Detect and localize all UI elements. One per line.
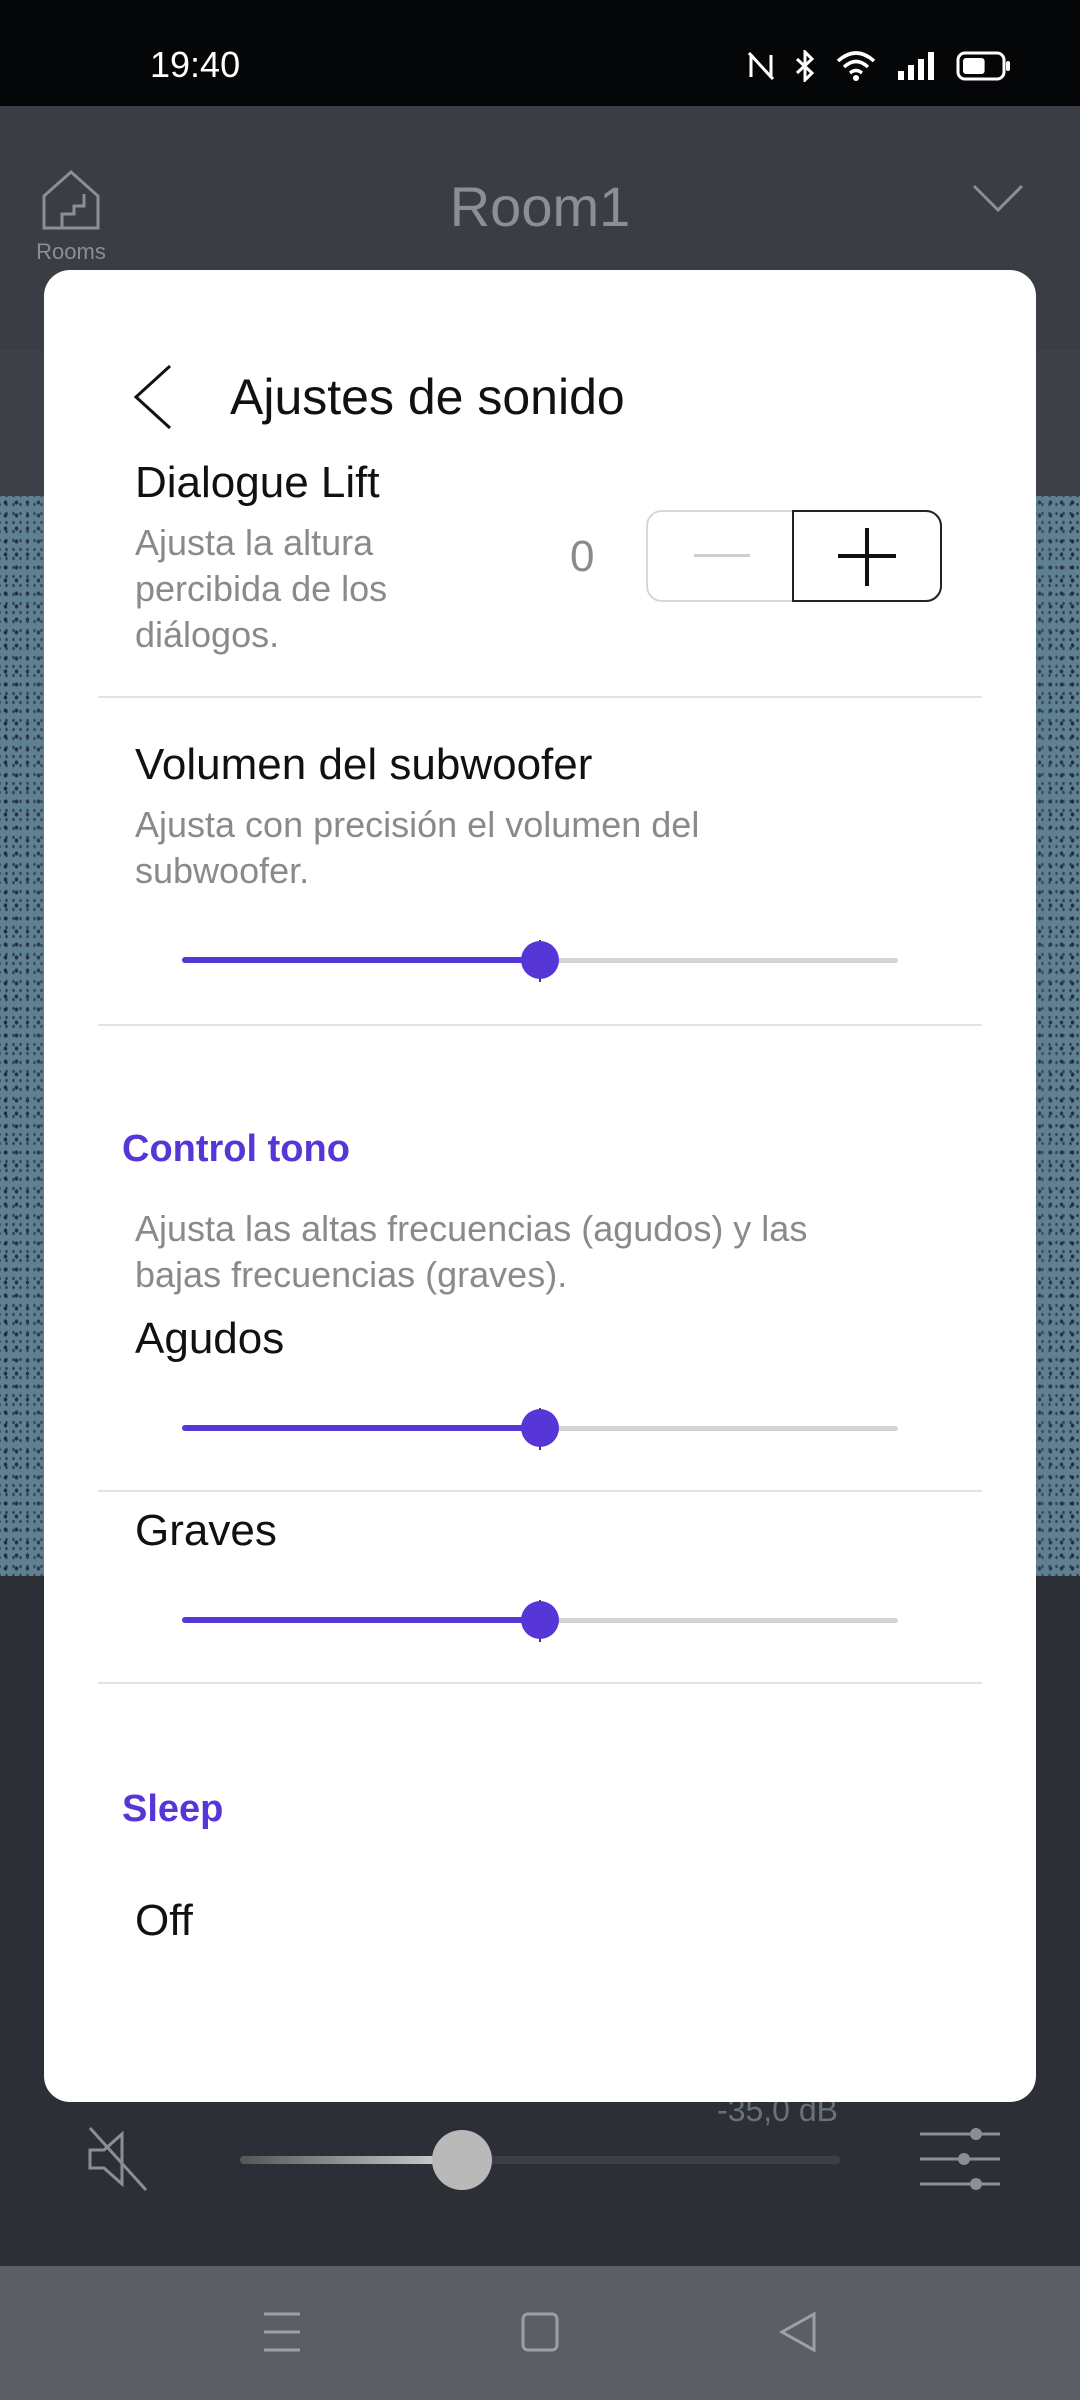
sound-settings-dialog: Ajustes de sonido Dialogue Lift Ajusta l…: [44, 270, 1036, 2102]
dialogue-lift-title: Dialogue Lift: [135, 458, 380, 507]
slider-thumb[interactable]: [521, 1409, 559, 1447]
subwoofer-title: Volumen del subwoofer: [135, 740, 593, 789]
signal-icon: [896, 51, 936, 81]
volume-slider-thumb[interactable]: [432, 2130, 492, 2190]
dialogue-lift-stepper: [646, 510, 942, 602]
bass-slider[interactable]: [182, 1600, 898, 1642]
mute-icon[interactable]: [86, 2126, 150, 2192]
divider: [98, 1682, 982, 1684]
dialogue-lift-value: 0: [570, 532, 595, 581]
subwoofer-slider[interactable]: [182, 940, 898, 982]
player-bar: -35,0 dB: [0, 2090, 1080, 2266]
tone-control-heading: Control tono: [122, 1128, 350, 1170]
battery-icon: [956, 51, 1012, 81]
bluetooth-icon: [794, 50, 816, 82]
sleep-heading: Sleep: [122, 1788, 224, 1830]
room-title[interactable]: Room1: [0, 174, 1080, 239]
treble-title: Agudos: [135, 1314, 285, 1363]
status-icons: [748, 50, 1012, 82]
subwoofer-description: Ajusta con precisión el volumen del subw…: [135, 804, 700, 891]
status-bar: 19:40: [0, 0, 1080, 106]
increase-button[interactable]: [792, 510, 942, 602]
dialog-title: Ajustes de sonido: [230, 369, 625, 425]
decrease-button[interactable]: [648, 512, 794, 600]
volume-slider[interactable]: [240, 2130, 840, 2190]
home-icon[interactable]: [520, 2310, 560, 2354]
bass-title: Graves: [135, 1506, 277, 1555]
chevron-down-icon[interactable]: [972, 184, 1024, 214]
rooms-label: Rooms: [36, 239, 106, 264]
divider: [98, 696, 982, 698]
status-time: 19:40: [150, 44, 241, 85]
slider-thumb[interactable]: [521, 1601, 559, 1639]
slider-thumb[interactable]: [521, 941, 559, 979]
sleep-value[interactable]: Off: [135, 1896, 193, 1946]
menu-icon[interactable]: [262, 2310, 302, 2354]
back-icon[interactable]: [778, 2310, 818, 2354]
back-arrow-icon[interactable]: [130, 362, 174, 432]
equalizer-icon[interactable]: [918, 2128, 1002, 2190]
nfc-icon: [748, 51, 774, 81]
system-nav-bar: [0, 2266, 1080, 2400]
tone-control-description: Ajusta las altas frecuencias (agudos) y …: [135, 1208, 808, 1295]
divider: [98, 1024, 982, 1026]
dialogue-lift-description: Ajusta la altura percibida de los diálog…: [135, 522, 388, 655]
treble-slider[interactable]: [182, 1408, 898, 1450]
wifi-icon: [836, 51, 876, 81]
dialog-header: Ajustes de sonido: [44, 270, 1036, 460]
divider: [98, 1490, 982, 1492]
